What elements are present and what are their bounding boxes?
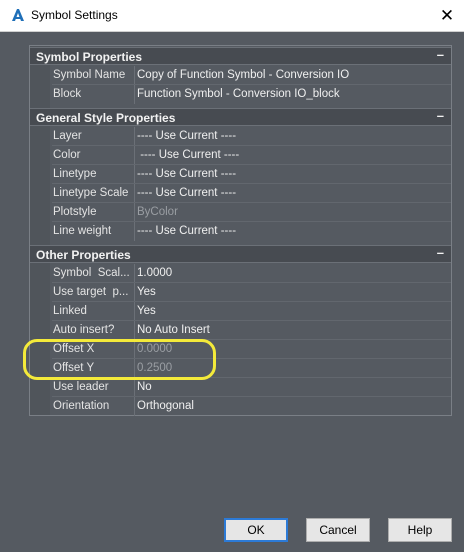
property-label: Plotstyle	[53, 206, 97, 218]
property-label: Symbol Name	[53, 69, 126, 81]
property-row-symbol-name[interactable]: Symbol Name Copy of Function Symbol - Co…	[30, 66, 451, 85]
property-label: Color	[53, 149, 81, 161]
property-label: Block	[53, 88, 82, 100]
property-label: Use target p...	[53, 286, 129, 298]
property-row-color[interactable]: Color ---- Use Current ----	[30, 146, 451, 165]
property-label: Symbol Scal...	[53, 267, 130, 279]
property-row-layer[interactable]: Layer ---- Use Current ----	[30, 127, 451, 146]
property-row-orientation[interactable]: Orientation Orthogonal	[30, 397, 451, 416]
section-other-properties[interactable]: Other Properties –	[30, 245, 451, 263]
column-divider	[134, 184, 135, 203]
column-divider	[134, 146, 135, 165]
property-row-plotstyle[interactable]: Plotstyle ByColor	[30, 203, 451, 222]
property-row-use-leader[interactable]: Use leader No	[30, 378, 451, 397]
column-divider	[134, 264, 135, 283]
column-divider	[134, 203, 135, 222]
title-bar: Symbol Settings ✕	[0, 0, 464, 32]
section-title: General Style Properties	[36, 111, 176, 125]
property-value[interactable]: ---- Use Current ----	[137, 184, 449, 203]
property-label: Line weight	[53, 225, 112, 237]
property-value[interactable]: 1.0000	[137, 264, 449, 283]
symbol-settings-dialog: Symbol Settings ✕ Symbol Properties – Sy…	[0, 0, 464, 552]
property-value[interactable]: Function Symbol - Conversion IO_block	[137, 85, 449, 104]
column-divider	[134, 222, 135, 241]
column-divider	[134, 165, 135, 184]
column-divider	[134, 66, 135, 85]
property-row-linetype-scale[interactable]: Linetype Scale ---- Use Current ----	[30, 184, 451, 203]
column-divider	[134, 378, 135, 397]
property-row-linked[interactable]: Linked Yes	[30, 302, 451, 321]
property-value: ByColor	[137, 206, 178, 218]
section-title: Symbol Properties	[36, 50, 143, 64]
property-value[interactable]: ---- Use Current ----	[137, 127, 449, 146]
property-label: Use leader	[53, 381, 109, 393]
property-value[interactable]: No	[137, 378, 449, 397]
section-symbol-properties[interactable]: Symbol Properties –	[30, 47, 451, 65]
ok-button[interactable]: OK	[224, 518, 288, 542]
property-label: Layer	[53, 130, 82, 142]
property-row-line-weight[interactable]: Line weight ---- Use Current ----	[30, 222, 451, 241]
column-divider	[134, 321, 135, 340]
section-title: Other Properties	[36, 248, 131, 262]
help-button[interactable]: Help	[388, 518, 452, 542]
property-value[interactable]: ---- Use Current ----	[137, 222, 449, 241]
cancel-button[interactable]: Cancel	[306, 518, 370, 542]
column-divider	[134, 283, 135, 302]
property-value[interactable]: Yes	[137, 302, 449, 321]
property-row-symbol-scale[interactable]: Symbol Scal... 1.0000	[30, 264, 451, 283]
section-general-style-properties[interactable]: General Style Properties –	[30, 108, 451, 126]
property-label: Auto insert?	[53, 324, 115, 336]
property-row-block[interactable]: Block Function Symbol - Conversion IO_bl…	[30, 85, 451, 104]
collapse-icon[interactable]: –	[437, 108, 444, 123]
column-divider	[134, 397, 135, 416]
property-label: Linetype Scale	[53, 187, 129, 199]
property-row-linetype[interactable]: Linetype ---- Use Current ----	[30, 165, 451, 184]
property-label: Orientation	[53, 400, 110, 412]
property-label: Linetype	[53, 168, 97, 180]
property-value[interactable]: ---- Use Current ----	[137, 165, 449, 184]
property-value[interactable]: Yes	[137, 283, 449, 302]
column-divider	[134, 85, 135, 104]
property-value[interactable]: No Auto Insert	[137, 321, 449, 340]
autocad-logo-icon	[12, 9, 24, 21]
collapse-icon[interactable]: –	[437, 245, 444, 260]
property-row-use-target[interactable]: Use target p... Yes	[30, 283, 451, 302]
column-divider	[134, 127, 135, 146]
offset-highlight-annotation	[23, 339, 216, 380]
property-value[interactable]: Orthogonal	[137, 397, 449, 416]
property-row-auto-insert[interactable]: Auto insert? No Auto Insert	[30, 321, 451, 340]
column-divider	[134, 302, 135, 321]
property-value[interactable]: Copy of Function Symbol - Conversion IO	[137, 66, 449, 85]
property-label: Linked	[53, 305, 87, 317]
property-value[interactable]: ---- Use Current ----	[137, 146, 449, 165]
dialog-title: Symbol Settings	[31, 8, 118, 22]
collapse-icon[interactable]: –	[437, 47, 444, 62]
close-icon[interactable]: ✕	[430, 0, 464, 31]
